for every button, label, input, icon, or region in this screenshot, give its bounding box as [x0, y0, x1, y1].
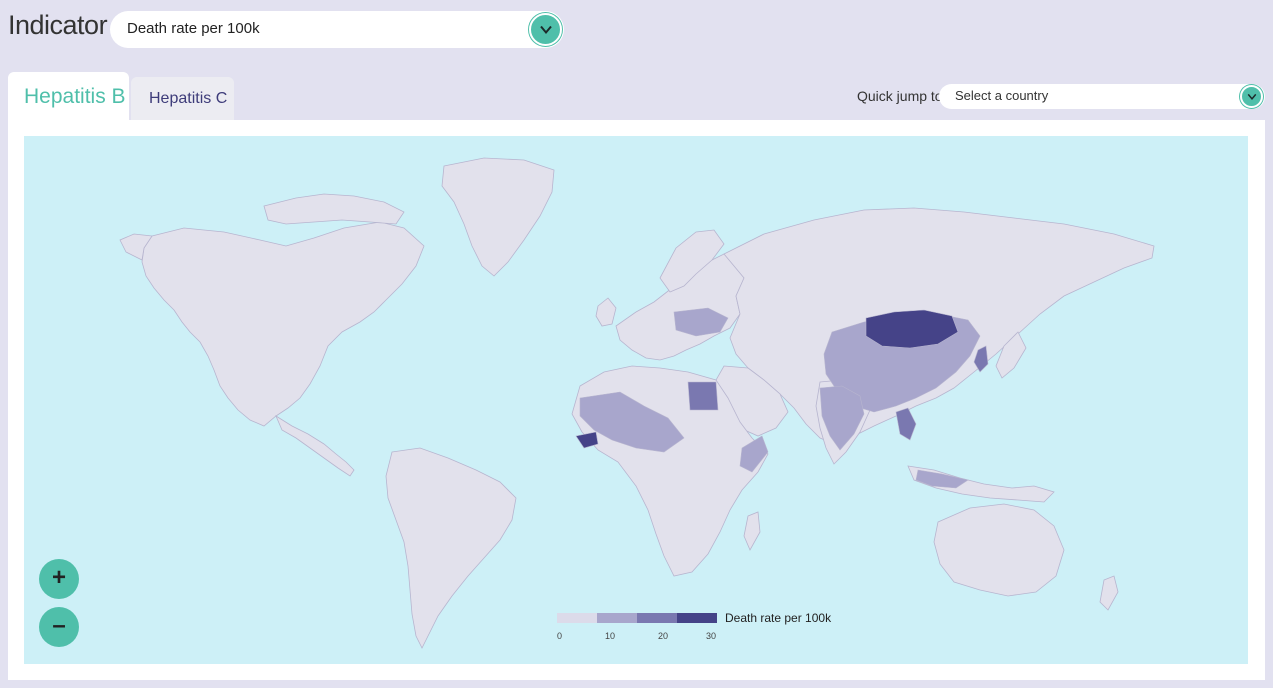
tab-hepatitis-c-label: Hepatitis C	[149, 90, 228, 107]
indicator-select-value: Death rate per 100k	[127, 20, 260, 37]
indicator-label: Indicator	[8, 10, 108, 40]
map-legend: Death rate per 100k 0 10 20 30	[557, 611, 857, 641]
north-america-landmass	[141, 221, 425, 427]
legend-tick: 20	[658, 631, 669, 641]
new-zealand	[1099, 575, 1119, 611]
greenland	[441, 157, 555, 277]
world-map[interactable]	[24, 136, 1248, 664]
zoom-out-button[interactable]: –	[39, 607, 79, 647]
country-select-value: Select a country	[955, 88, 1049, 103]
madagascar	[743, 511, 761, 551]
legend-tick: 0	[557, 631, 563, 641]
south-america	[385, 447, 517, 649]
thailand-region	[895, 407, 917, 441]
legend-tick: 30	[706, 631, 717, 641]
legend-swatch-1	[597, 613, 637, 623]
country-select[interactable]: Select a country	[939, 84, 1265, 109]
legend-swatch-0	[557, 613, 597, 623]
chevron-down-icon[interactable]	[1240, 85, 1263, 108]
top-bar: Indicator Death rate per 100k	[0, 0, 1273, 60]
central-america	[275, 414, 355, 477]
legend-title: Death rate per 100k	[725, 611, 832, 625]
legend-swatch-3	[677, 613, 717, 623]
australia	[933, 503, 1065, 597]
canada-islands	[263, 193, 405, 225]
world-map-svg	[119, 157, 1155, 649]
egypt-region	[687, 381, 719, 411]
zoom-in-button[interactable]: +	[39, 559, 79, 599]
legend-tick: 10	[605, 631, 616, 641]
indicator-select[interactable]: Death rate per 100k	[110, 11, 564, 48]
chevron-down-icon[interactable]	[529, 13, 562, 46]
tab-hepatitis-b[interactable]: Hepatitis B	[8, 72, 129, 120]
tab-hepatitis-c[interactable]: Hepatitis C	[131, 77, 234, 120]
legend-swatch-2	[637, 613, 677, 623]
uk	[595, 297, 617, 327]
tab-hepatitis-b-label: Hepatitis B	[24, 85, 126, 108]
quick-jump-label: Quick jump to	[857, 88, 943, 104]
